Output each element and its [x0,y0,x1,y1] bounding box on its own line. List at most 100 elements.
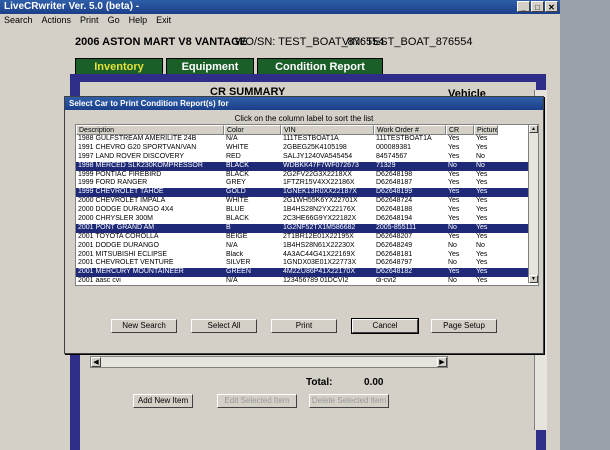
cell-picture: Yes [476,215,488,223]
table-row[interactable]: 2001 aasc cvi N/A 123456789 01DCVI2 di-cvi2… [76,277,528,285]
column-color[interactable]: Color [224,125,281,135]
add-new-item-button[interactable]: Add New Item [133,394,193,408]
table-row[interactable]: 2000 DODGE DURANGO 4X4 BLUE 1B4HS28N2YX221… [76,206,528,215]
scroll-left-icon[interactable]: ◀ [91,357,101,367]
menu-search[interactable]: Search [4,14,33,26]
column-cr[interactable]: CR [446,125,474,135]
cell-description: 2000 DODGE DURANGO 4X4 [78,206,174,214]
cell-cr: Yes [448,170,460,178]
table-row[interactable]: 1999 PONTIAC FIREBIRD BLACK 2G2FV22G3X2218… [76,171,528,180]
cell-vin: 1G2NF52TX1M586682 [283,223,356,231]
cell-picture: Yes [476,197,488,205]
tab-equipment[interactable]: Equipment [166,58,254,75]
table-row[interactable]: 2001 PONT GRAND AM B 1G2NF52TX1M586682 2005… [76,223,528,233]
list-scrollbar[interactable]: ▲ ▼ [528,125,538,283]
cell-picture: No [476,161,485,169]
column-description[interactable]: Description [76,125,224,135]
tab-condition-report[interactable]: Condition Report [257,58,383,75]
maximize-icon[interactable]: □ [531,1,544,12]
cell-picture: Yes [476,250,488,258]
cell-vin: 1B4HS28N2YX22176X [283,206,356,214]
cell-description: 1991 CHEVRO G20 SPORTVAN/VAN [78,143,197,151]
cell-description: 2001 DODGE DURANGO [78,241,159,249]
page-setup-button[interactable]: Page Setup [431,319,497,333]
cell-color: GOLD [226,188,246,196]
table-row[interactable]: 1999 FORD RANGER GREY 1FTZR15V4XX22186X D62… [76,179,528,188]
horizontal-scrollbar[interactable]: ◀ ▶ [90,356,448,368]
cell-description: 1999 PONTIAC FIREBIRD [78,170,162,178]
table-row[interactable]: 2001 DODGE DURANGO N/A 1B4HS28N61X22230X D6… [76,242,528,251]
table-row[interactable]: 1988 GULFSTREAM AMERILITE 24B N/A 111TESTB… [76,135,528,144]
print-button[interactable]: Print [271,319,337,333]
cell-cr: Yes [448,206,460,214]
cell-work-order: 71329 [376,161,396,169]
cell-work-order: D62648724 [376,197,413,205]
cell-work-order: 84574567 [376,152,408,160]
cell-vin: 2G1WH55K6YX22701X [283,197,358,205]
cell-description: 1988 GULFSTREAM AMERILITE 24B [78,135,197,142]
cell-description: 1997 LAND ROVER DISCOVERY [78,152,185,160]
car-list[interactable]: Description Color VIN Work Order # CR Pi… [75,124,539,286]
menu-actions[interactable]: Actions [42,14,72,26]
scroll-right-icon[interactable]: ▶ [437,357,447,367]
cell-color: SILVER [226,259,251,267]
close-icon[interactable]: ✕ [545,1,558,12]
scroll-up-icon[interactable]: ▲ [529,125,538,133]
column-work-order[interactable]: Work Order # [374,125,446,135]
table-row[interactable]: 2001 TOYOTA COROLLA BEIGE 2T1BR12E01X22195… [76,233,528,242]
table-row[interactable]: 1997 LAND ROVER DISCOVERY RED SALJY1240VA5… [76,153,528,162]
cell-cr: Yes [448,197,460,205]
tab-inventory[interactable]: Inventory [75,58,163,75]
delete-selected-item-button[interactable]: Delete Selected Item [309,394,389,408]
select-car-dialog: Select Car to Print Condition Report(s) … [64,96,544,354]
cell-vin: 2GBEG25K4105198 [283,143,347,151]
cell-color: Black [226,250,244,258]
cell-cr: Yes [448,215,460,223]
table-row[interactable]: 2000 CHRYSLER 300M BLACK 2C3HE66G9YX22182X… [76,215,528,224]
cell-picture: Yes [476,277,488,285]
menu-print[interactable]: Print [80,14,99,26]
cancel-button[interactable]: Cancel [351,318,419,334]
cell-cr: Yes [448,152,460,160]
new-search-button[interactable]: New Search [111,319,177,333]
table-row[interactable]: 1991 CHEVRO G20 SPORTVAN/VAN WHITE 2GBEG25… [76,144,528,153]
table-row[interactable]: 2001 CHEVROLET VENTURE SILVER 1GNDX03E01X2… [76,259,528,268]
table-row[interactable]: 1998 MERCED SLK230KOMPRESSOR BLACK WDBKK47… [76,161,528,171]
cell-work-order: D62648181 [376,250,413,258]
cell-vin: 111TESTBOAT1A [283,135,339,142]
column-picture[interactable]: Picture [474,125,498,135]
cell-picture: Yes [476,143,488,151]
list-body: 1988 GULFSTREAM AMERILITE 24B N/A 111TESTB… [76,135,528,285]
menu-exit[interactable]: Exit [156,14,171,26]
table-row[interactable]: 1999 CHEVROLET TAHOE GOLD 1GNEK13R0XX22187… [76,188,528,198]
total-value: 0.00 [364,377,384,388]
cell-vin: 2C3HE66G9YX22182X [283,215,357,223]
cell-description: 2001 TOYOTA COROLLA [78,232,159,240]
menu-go[interactable]: Go [108,14,120,26]
cell-cr: Yes [448,135,460,142]
cell-color: RED [226,152,241,160]
cell-color: N/A [226,241,238,249]
minimize-icon[interactable]: _ [517,1,530,12]
vehicle-title: 2006 ASTON MART V8 VANTAGE [75,36,247,48]
cell-color: GREY [226,179,246,187]
cell-color: BEIGE [226,232,248,240]
edit-selected-item-button[interactable]: Edit Selected Item [217,394,297,408]
cell-vin: SALJY1240VA545454 [283,152,353,160]
cell-color: BLACK [226,170,249,178]
cell-description: 2000 CHEVROLET IMPALA [78,197,166,205]
table-row[interactable]: 2001 MERCURY MOUNTAINEER GREEN 4M2ZU86P41X… [76,268,528,278]
table-row[interactable]: 2000 CHEVROLET IMPALA WHITE 2G1WH55K6YX227… [76,197,528,206]
column-vin[interactable]: VIN [281,125,374,135]
table-row[interactable]: 2001 MITSUBISHI ECLIPSE Black 4A3AC44G41X2… [76,251,528,260]
cell-description: 1999 FORD RANGER [78,179,148,187]
cell-color: N/A [226,135,238,142]
cell-color: WHITE [226,197,249,205]
cell-vin: 1GNEK13R0XX22187X [283,188,357,196]
scroll-down-icon[interactable]: ▼ [529,275,538,283]
menu-help[interactable]: Help [129,14,148,26]
cell-vin: 2T1BR12E01X22195X [283,232,354,240]
cell-description: 2001 MERCURY MOUNTAINEER [78,268,184,276]
select-all-button[interactable]: Select All [191,319,257,333]
cell-work-order: D62648187 [376,179,413,187]
